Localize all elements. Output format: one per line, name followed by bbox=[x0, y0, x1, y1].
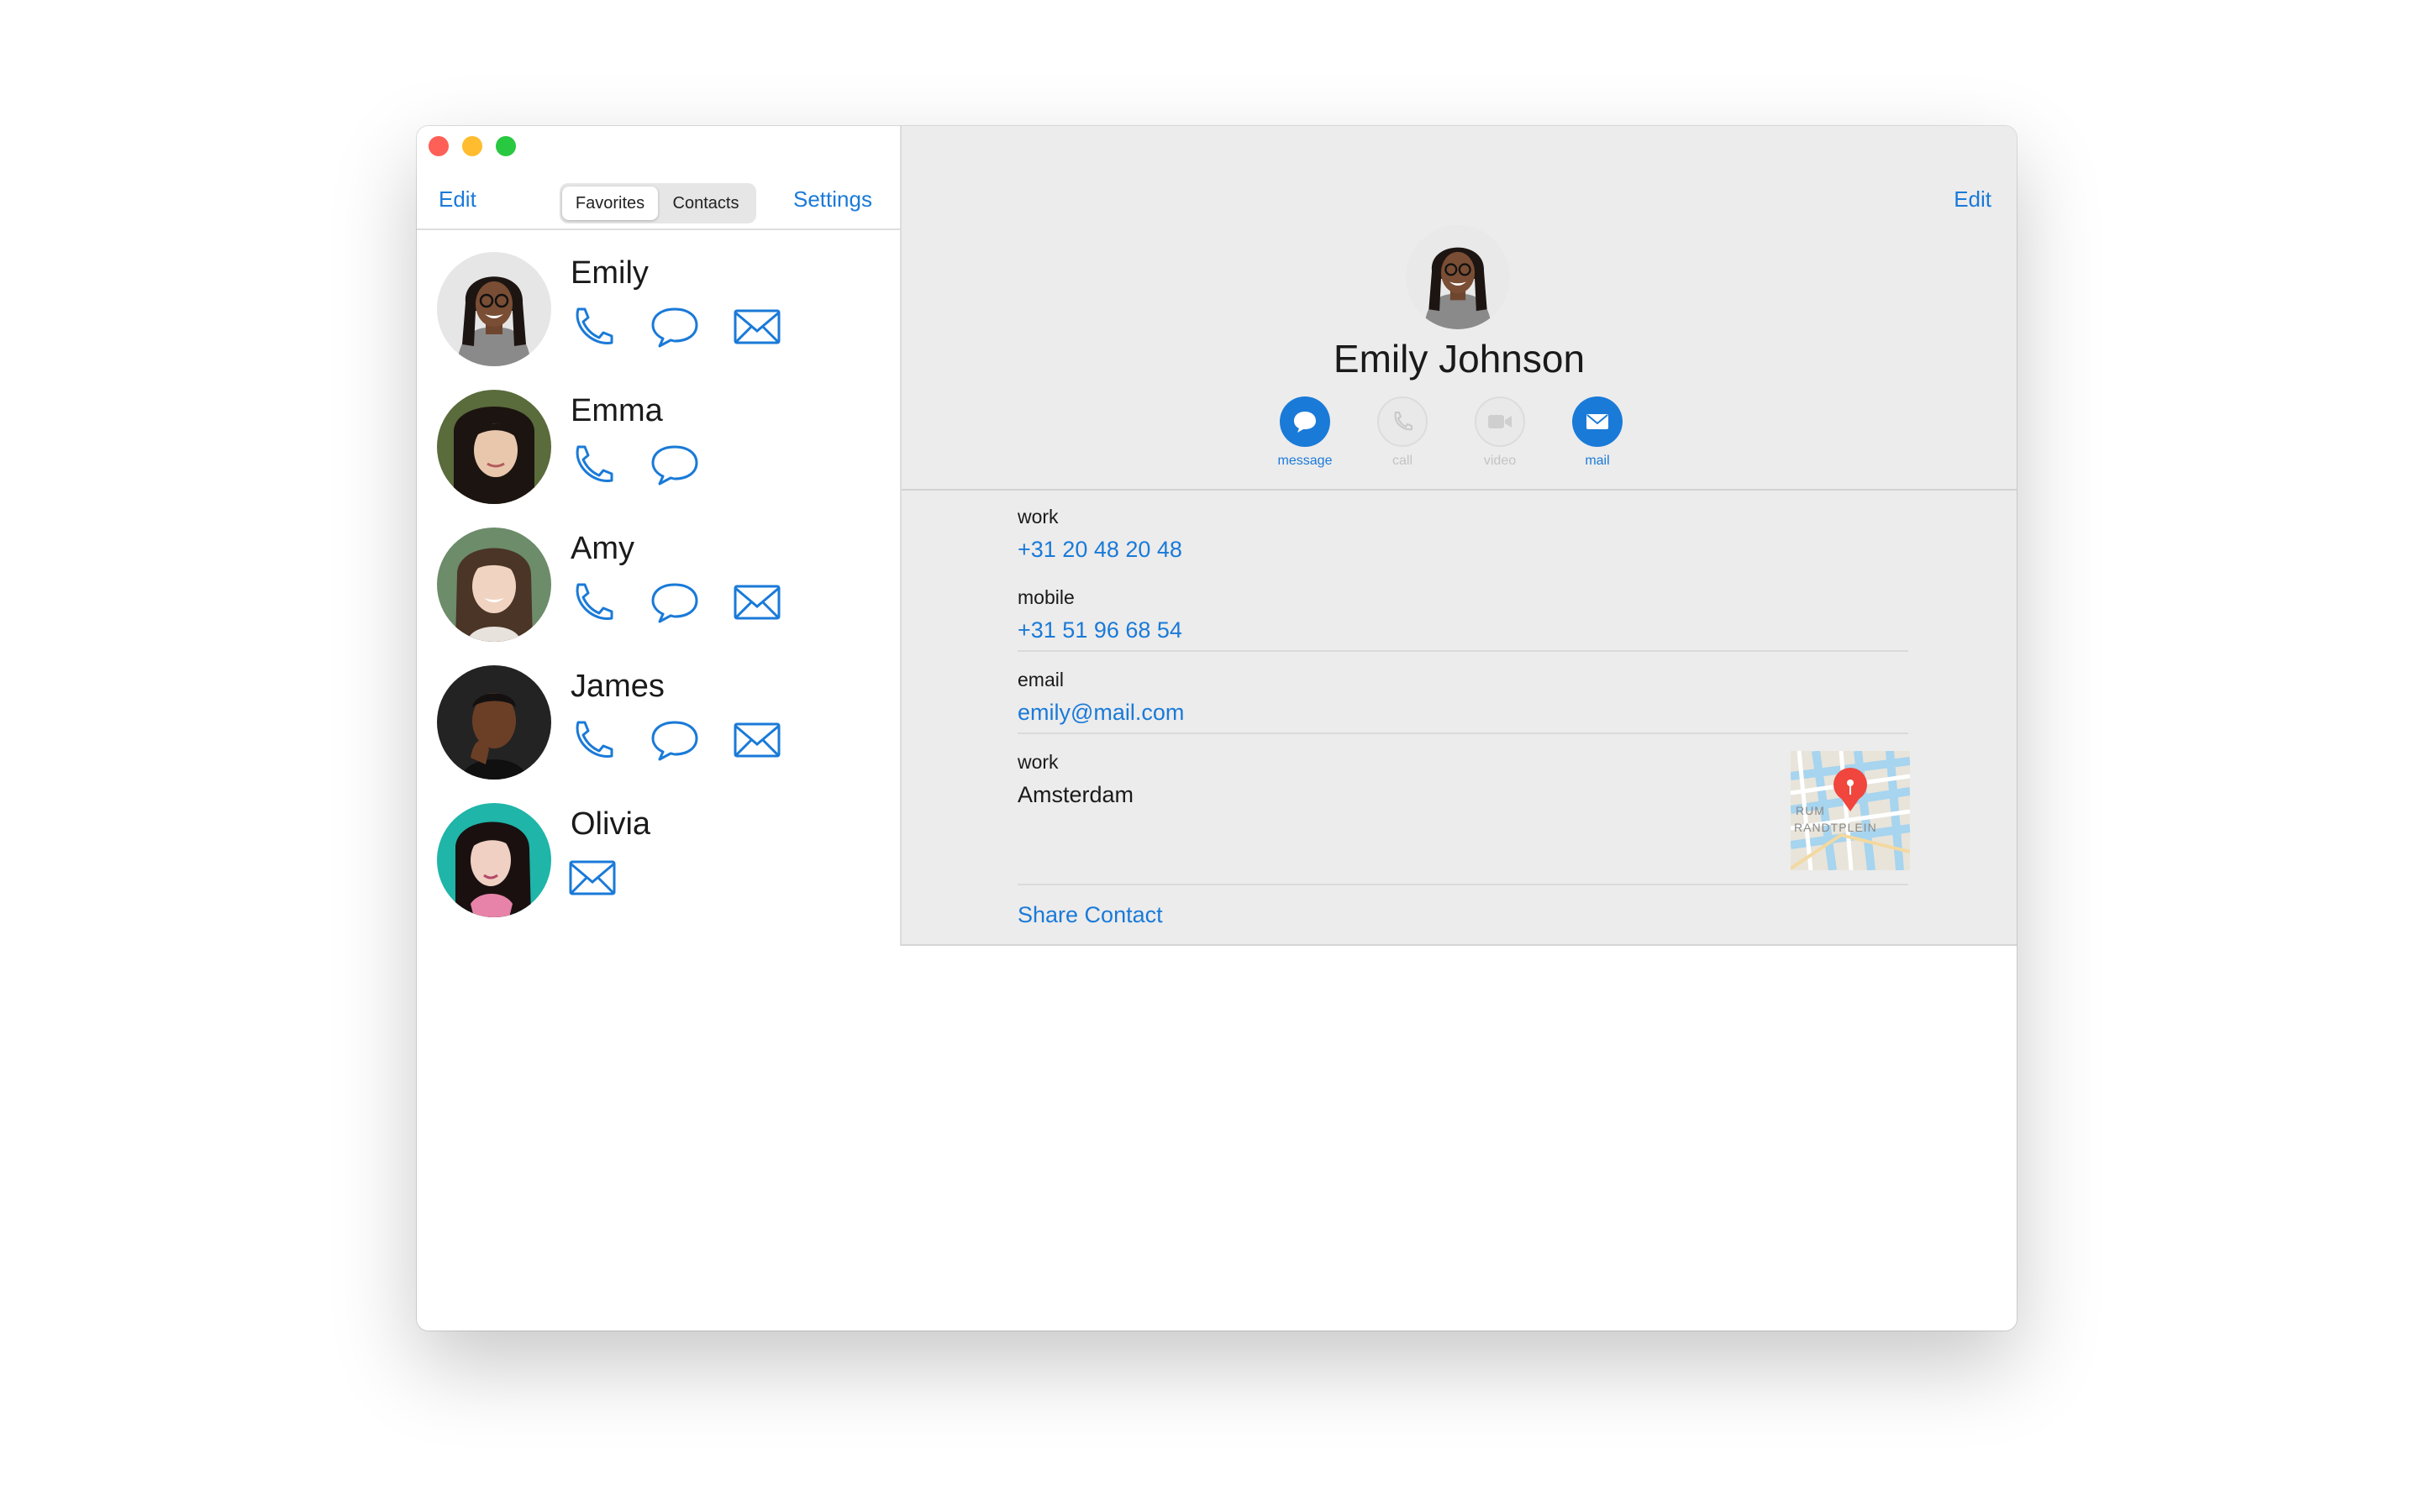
edit-favorites-button[interactable]: Edit bbox=[439, 186, 476, 213]
favorites-list: Emily Emma Amy James Olivia bbox=[417, 252, 900, 941]
contact-name: Emily Johnson bbox=[1333, 337, 1586, 381]
tab-contacts[interactable]: Contacts bbox=[658, 186, 754, 220]
phone-icon[interactable] bbox=[568, 719, 617, 761]
contact-actions: message call video mail bbox=[1277, 396, 1623, 469]
view-segmented-control: Favorites Contacts bbox=[560, 183, 756, 223]
contact-avatar bbox=[1406, 225, 1510, 329]
address-value: Amsterdam bbox=[1018, 782, 1134, 807]
share-contact-button[interactable]: Share Contact bbox=[1018, 902, 1163, 928]
message-icon[interactable] bbox=[650, 719, 699, 761]
field-label: mobile bbox=[1018, 586, 1075, 608]
field-label: work bbox=[1018, 506, 1059, 528]
mail-icon bbox=[1572, 396, 1623, 447]
contact-detail: Edit Emily Johnson message call video ma… bbox=[900, 126, 2017, 944]
message-icon[interactable] bbox=[650, 444, 699, 486]
zoom-button[interactable] bbox=[496, 136, 516, 156]
mobile-phone-link[interactable]: +31 51 96 68 54 bbox=[1018, 617, 1182, 643]
mail-icon[interactable] bbox=[733, 581, 781, 623]
video-icon bbox=[1475, 396, 1525, 447]
favorite-name: Emma bbox=[571, 393, 663, 428]
avatar bbox=[437, 390, 551, 504]
mail-icon[interactable] bbox=[568, 857, 617, 899]
field-label: email bbox=[1018, 669, 1064, 690]
mail-icon[interactable] bbox=[733, 719, 781, 761]
message-icon bbox=[1280, 396, 1330, 447]
email-link[interactable]: emily@mail.com bbox=[1018, 700, 1184, 726]
contacts-window: Edit Favorites Contacts Settings Emily E… bbox=[417, 126, 2017, 1331]
avatar bbox=[437, 528, 551, 642]
close-button[interactable] bbox=[429, 136, 449, 156]
call-action: call bbox=[1377, 396, 1428, 469]
favorite-item-james[interactable]: James bbox=[417, 665, 900, 803]
sidebar: Edit Favorites Contacts Settings Emily E… bbox=[417, 126, 900, 1331]
field-label: work bbox=[1018, 751, 1059, 773]
map-thumbnail[interactable]: RUM RANDTPLEIN bbox=[1789, 750, 1911, 871]
mobile-phone-field: mobile +31 51 96 68 54 bbox=[1018, 586, 1182, 643]
avatar bbox=[437, 252, 551, 366]
mail-icon[interactable] bbox=[733, 306, 781, 348]
work-phone-field: work +31 20 48 20 48 bbox=[1018, 506, 1182, 563]
minimize-button[interactable] bbox=[462, 136, 482, 156]
avatar bbox=[437, 803, 551, 917]
phone-icon[interactable] bbox=[568, 306, 617, 348]
sidebar-toolbar: Edit Favorites Contacts Settings bbox=[417, 175, 900, 225]
message-icon[interactable] bbox=[650, 581, 699, 623]
favorite-actions bbox=[568, 306, 781, 348]
video-action: video bbox=[1475, 396, 1525, 469]
settings-button[interactable]: Settings bbox=[793, 186, 872, 213]
favorite-item-emma[interactable]: Emma bbox=[417, 390, 900, 528]
message-action-label: message bbox=[1277, 454, 1333, 468]
address-field: work Amsterdam bbox=[1018, 751, 1134, 808]
avatar bbox=[437, 665, 551, 780]
favorite-item-amy[interactable]: Amy bbox=[417, 528, 900, 665]
row-divider bbox=[1018, 732, 1908, 734]
call-action-label: call bbox=[1392, 454, 1413, 468]
map-label-line-1: RUM bbox=[1796, 804, 1825, 817]
favorite-name: Emily bbox=[571, 255, 649, 291]
edit-contact-button[interactable]: Edit bbox=[1954, 186, 1991, 213]
phone-icon[interactable] bbox=[568, 581, 617, 623]
favorite-item-olivia[interactable]: Olivia bbox=[417, 803, 900, 941]
favorite-name: Olivia bbox=[571, 806, 651, 842]
mail-action-label: mail bbox=[1585, 454, 1610, 468]
mail-action[interactable]: mail bbox=[1572, 396, 1623, 469]
map-label-line-2: RANDTPLEIN bbox=[1794, 821, 1877, 834]
message-icon[interactable] bbox=[650, 306, 699, 348]
tab-favorites[interactable]: Favorites bbox=[562, 186, 658, 220]
phone-icon bbox=[1377, 396, 1428, 447]
detail-empty-area bbox=[900, 944, 2017, 1331]
favorite-name: James bbox=[571, 669, 665, 704]
window-controls bbox=[429, 136, 516, 156]
email-field: email emily@mail.com bbox=[1018, 669, 1184, 726]
message-action[interactable]: message bbox=[1277, 396, 1333, 469]
favorite-actions bbox=[568, 857, 617, 899]
video-action-label: video bbox=[1483, 454, 1517, 468]
sidebar-divider bbox=[417, 228, 900, 230]
favorite-item-emily[interactable]: Emily bbox=[417, 252, 900, 390]
row-divider bbox=[1018, 650, 1908, 652]
favorite-actions bbox=[568, 581, 781, 623]
favorite-name: Amy bbox=[571, 531, 634, 566]
header-divider bbox=[902, 489, 2017, 491]
favorite-actions bbox=[568, 444, 699, 486]
phone-icon[interactable] bbox=[568, 444, 617, 486]
work-phone-link[interactable]: +31 20 48 20 48 bbox=[1018, 537, 1182, 563]
favorite-actions bbox=[568, 719, 781, 761]
row-divider bbox=[1018, 884, 1908, 885]
